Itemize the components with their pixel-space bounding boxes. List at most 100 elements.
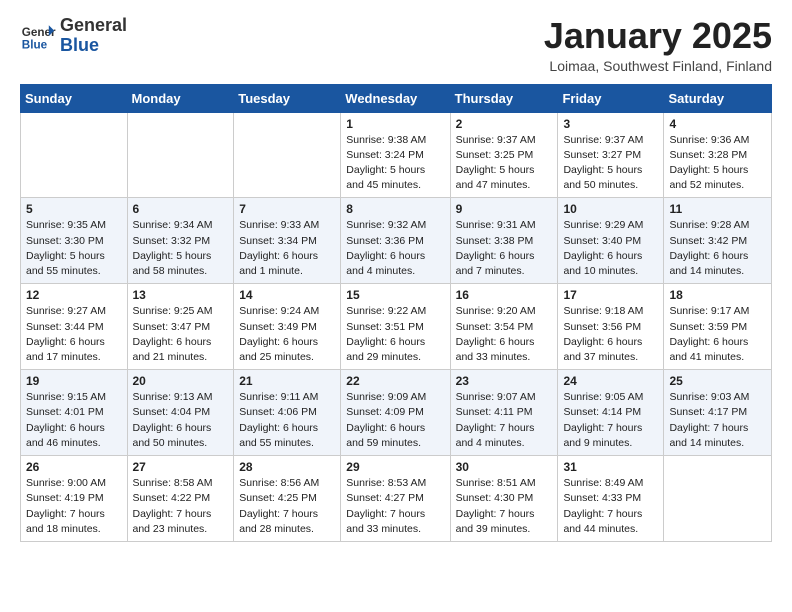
day-info: Sunrise: 9:27 AM Sunset: 3:44 PM Dayligh…	[26, 304, 122, 365]
logo-icon: General Blue	[20, 18, 56, 54]
day-number: 26	[26, 460, 122, 474]
calendar-cell-w4-d6: 25Sunrise: 9:03 AM Sunset: 4:17 PM Dayli…	[664, 370, 772, 456]
calendar-cell-w2-d0: 5 Sunrise: 9:35 AM Sunset: 3:30 PM Daylig…	[21, 198, 128, 284]
day-info: Sunrise: 8:51 AM Sunset: 4:30 PM Dayligh…	[456, 476, 553, 537]
week-row-2: 5 Sunrise: 9:35 AM Sunset: 3:30 PM Daylig…	[21, 198, 772, 284]
day-info: Sunrise: 9:37 AM Sunset: 3:25 PM Dayligh…	[456, 133, 553, 194]
day-info: Sunrise: 9:33 AM Sunset: 3:34 PM Dayligh…	[239, 218, 335, 279]
day-info: Sunrise: 9:37 AM Sunset: 3:27 PM Dayligh…	[563, 133, 658, 194]
day-info: Sunrise: 9:07 AM Sunset: 4:11 PM Dayligh…	[456, 390, 553, 451]
calendar-cell-w3-d1: 13 Sunrise: 9:25 AM Sunset: 3:47 PM Dayli…	[127, 284, 234, 370]
day-info: Sunrise: 9:20 AM Sunset: 3:54 PM Dayligh…	[456, 304, 553, 365]
day-info: Sunrise: 9:32 AM Sunset: 3:36 PM Dayligh…	[346, 218, 444, 279]
day-info: Sunrise: 9:05 AM Sunset: 4:14 PM Dayligh…	[563, 390, 658, 451]
day-number: 5	[26, 202, 122, 216]
week-row-4: 19Sunrise: 9:15 AM Sunset: 4:01 PM Dayli…	[21, 370, 772, 456]
calendar-cell-w3-d6: 18 Sunrise: 9:17 AM Sunset: 3:59 PM Dayli…	[664, 284, 772, 370]
day-number: 6	[133, 202, 229, 216]
logo-blue-text: Blue	[60, 36, 127, 56]
day-info: Sunrise: 9:09 AM Sunset: 4:09 PM Dayligh…	[346, 390, 444, 451]
day-info: Sunrise: 8:49 AM Sunset: 4:33 PM Dayligh…	[563, 476, 658, 537]
day-info: Sunrise: 9:36 AM Sunset: 3:28 PM Dayligh…	[669, 133, 766, 194]
day-number: 25	[669, 374, 766, 388]
title-block: January 2025 Loimaa, Southwest Finland, …	[544, 16, 772, 74]
calendar-cell-w5-d3: 29Sunrise: 8:53 AM Sunset: 4:27 PM Dayli…	[341, 456, 450, 542]
header: General Blue General Blue January 2025 L…	[20, 16, 772, 74]
day-info: Sunrise: 9:22 AM Sunset: 3:51 PM Dayligh…	[346, 304, 444, 365]
calendar-cell-w1-d4: 2 Sunrise: 9:37 AM Sunset: 3:25 PM Daylig…	[450, 112, 558, 198]
calendar-cell-w1-d5: 3Sunrise: 9:37 AM Sunset: 3:27 PM Daylig…	[558, 112, 664, 198]
day-info: Sunrise: 9:18 AM Sunset: 3:56 PM Dayligh…	[563, 304, 658, 365]
calendar-cell-w4-d3: 22 Sunrise: 9:09 AM Sunset: 4:09 PM Dayli…	[341, 370, 450, 456]
calendar-cell-w3-d3: 15Sunrise: 9:22 AM Sunset: 3:51 PM Dayli…	[341, 284, 450, 370]
calendar-cell-w4-d0: 19Sunrise: 9:15 AM Sunset: 4:01 PM Dayli…	[21, 370, 128, 456]
day-number: 1	[346, 117, 444, 131]
day-number: 2	[456, 117, 553, 131]
day-number: 29	[346, 460, 444, 474]
logo-general-text: General	[60, 16, 127, 36]
calendar-cell-w3-d2: 14Sunrise: 9:24 AM Sunset: 3:49 PM Dayli…	[234, 284, 341, 370]
logo: General Blue General Blue	[20, 16, 127, 56]
calendar-cell-w5-d2: 28Sunrise: 8:56 AM Sunset: 4:25 PM Dayli…	[234, 456, 341, 542]
calendar-cell-w2-d5: 10 Sunrise: 9:29 AM Sunset: 3:40 PM Dayli…	[558, 198, 664, 284]
calendar-cell-w2-d3: 8 Sunrise: 9:32 AM Sunset: 3:36 PM Daylig…	[341, 198, 450, 284]
calendar-cell-w2-d2: 7 Sunrise: 9:33 AM Sunset: 3:34 PM Daylig…	[234, 198, 341, 284]
day-info: Sunrise: 9:00 AM Sunset: 4:19 PM Dayligh…	[26, 476, 122, 537]
calendar-cell-w2-d4: 9Sunrise: 9:31 AM Sunset: 3:38 PM Daylig…	[450, 198, 558, 284]
calendar-cell-w2-d1: 6Sunrise: 9:34 AM Sunset: 3:32 PM Daylig…	[127, 198, 234, 284]
calendar-cell-w4-d2: 21Sunrise: 9:11 AM Sunset: 4:06 PM Dayli…	[234, 370, 341, 456]
day-info: Sunrise: 9:17 AM Sunset: 3:59 PM Dayligh…	[669, 304, 766, 365]
col-monday: Monday	[127, 84, 234, 112]
day-info: Sunrise: 9:29 AM Sunset: 3:40 PM Dayligh…	[563, 218, 658, 279]
calendar-cell-w3-d4: 16 Sunrise: 9:20 AM Sunset: 3:54 PM Dayli…	[450, 284, 558, 370]
day-number: 11	[669, 202, 766, 216]
week-row-3: 12 Sunrise: 9:27 AM Sunset: 3:44 PM Dayli…	[21, 284, 772, 370]
calendar-header-row: Sunday Monday Tuesday Wednesday Thursday…	[21, 84, 772, 112]
day-number: 13	[133, 288, 229, 302]
page: General Blue General Blue January 2025 L…	[0, 0, 792, 558]
day-info: Sunrise: 9:25 AM Sunset: 3:47 PM Dayligh…	[133, 304, 229, 365]
calendar-cell-w4-d5: 24 Sunrise: 9:05 AM Sunset: 4:14 PM Dayli…	[558, 370, 664, 456]
calendar-cell-w1-d6: 4Sunrise: 9:36 AM Sunset: 3:28 PM Daylig…	[664, 112, 772, 198]
calendar-cell-w5-d0: 26 Sunrise: 9:00 AM Sunset: 4:19 PM Dayli…	[21, 456, 128, 542]
day-info: Sunrise: 9:35 AM Sunset: 3:30 PM Dayligh…	[26, 218, 122, 279]
calendar-table: Sunday Monday Tuesday Wednesday Thursday…	[20, 84, 772, 542]
calendar-cell-w1-d1	[127, 112, 234, 198]
calendar-cell-w3-d5: 17 Sunrise: 9:18 AM Sunset: 3:56 PM Dayli…	[558, 284, 664, 370]
day-info: Sunrise: 8:56 AM Sunset: 4:25 PM Dayligh…	[239, 476, 335, 537]
day-number: 20	[133, 374, 229, 388]
day-number: 16	[456, 288, 553, 302]
calendar-cell-w4-d1: 20 Sunrise: 9:13 AM Sunset: 4:04 PM Dayli…	[127, 370, 234, 456]
day-number: 23	[456, 374, 553, 388]
day-number: 8	[346, 202, 444, 216]
col-thursday: Thursday	[450, 84, 558, 112]
day-info: Sunrise: 9:31 AM Sunset: 3:38 PM Dayligh…	[456, 218, 553, 279]
calendar-cell-w5-d6	[664, 456, 772, 542]
day-number: 12	[26, 288, 122, 302]
col-tuesday: Tuesday	[234, 84, 341, 112]
day-number: 27	[133, 460, 229, 474]
day-number: 24	[563, 374, 658, 388]
week-row-1: 1Sunrise: 9:38 AM Sunset: 3:24 PM Daylig…	[21, 112, 772, 198]
day-number: 7	[239, 202, 335, 216]
day-info: Sunrise: 9:24 AM Sunset: 3:49 PM Dayligh…	[239, 304, 335, 365]
day-number: 22	[346, 374, 444, 388]
calendar-location: Loimaa, Southwest Finland, Finland	[544, 58, 772, 74]
col-wednesday: Wednesday	[341, 84, 450, 112]
calendar-cell-w4-d4: 23 Sunrise: 9:07 AM Sunset: 4:11 PM Dayli…	[450, 370, 558, 456]
day-number: 17	[563, 288, 658, 302]
day-number: 18	[669, 288, 766, 302]
calendar-cell-w3-d0: 12 Sunrise: 9:27 AM Sunset: 3:44 PM Dayli…	[21, 284, 128, 370]
logo-text: General Blue	[60, 16, 127, 56]
calendar-title: January 2025	[544, 16, 772, 56]
svg-text:Blue: Blue	[22, 38, 48, 51]
calendar-cell-w5-d5: 31 Sunrise: 8:49 AM Sunset: 4:33 PM Dayli…	[558, 456, 664, 542]
day-number: 10	[563, 202, 658, 216]
day-info: Sunrise: 9:28 AM Sunset: 3:42 PM Dayligh…	[669, 218, 766, 279]
col-friday: Friday	[558, 84, 664, 112]
col-saturday: Saturday	[664, 84, 772, 112]
day-info: Sunrise: 9:13 AM Sunset: 4:04 PM Dayligh…	[133, 390, 229, 451]
calendar-cell-w1-d0	[21, 112, 128, 198]
day-number: 31	[563, 460, 658, 474]
week-row-5: 26 Sunrise: 9:00 AM Sunset: 4:19 PM Dayli…	[21, 456, 772, 542]
